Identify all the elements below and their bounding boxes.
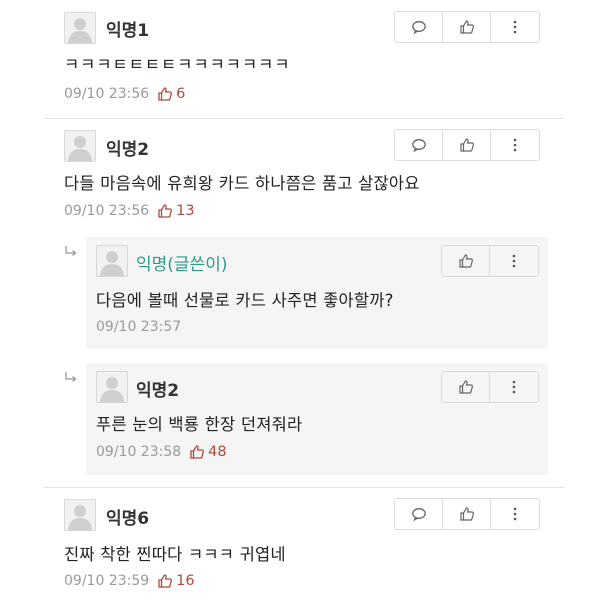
comment-time: 09/10 23:56 [64,86,150,102]
thumbs-up-icon [157,573,173,589]
vertical-dots-icon [506,379,522,395]
thumbs-up-icon [459,506,475,522]
like-count-value: 6 [176,86,186,102]
comment-actions [394,498,540,530]
comment-nickname: 익명6 [106,509,150,529]
speech-bubble-icon [411,506,427,522]
vertical-dots-icon [507,19,523,35]
more-button[interactable] [491,130,539,160]
more-button[interactable] [491,499,539,529]
reply-arrow-icon [64,372,78,384]
thumbs-up-icon [458,379,474,395]
vertical-dots-icon [506,253,522,269]
comment-text: 진짜 착한 찐따다 ㅋㅋㅋ 귀엽네 [64,545,286,564]
comment-text: 다들 마음속에 유희왕 카드 하나쯤은 품고 살잖아요 [64,174,420,193]
default-avatar-icon [64,12,96,44]
author-nickname: 익명(글쓴이) [136,255,228,275]
reply-arrow-icon [64,246,78,258]
default-avatar-icon [64,130,96,162]
reply-button[interactable] [395,130,443,160]
like-button[interactable] [442,246,490,276]
comment-nickname: 익명2 [106,140,150,160]
divider [44,487,564,488]
comment-meta: 09/10 23:59 16 [64,573,195,589]
more-button[interactable] [491,12,539,42]
default-avatar-icon [96,371,128,403]
comment-actions [394,129,540,161]
speech-bubble-icon [411,19,427,35]
thumbs-up-icon [459,19,475,35]
reply-actions [441,245,539,277]
reply-text: 푸른 눈의 백룡 한장 던져줘라 [96,415,303,434]
more-button[interactable] [490,246,538,276]
comment-time: 09/10 23:59 [64,573,150,589]
default-avatar-icon [96,245,128,277]
comment-meta: 09/10 23:56 6 [64,86,185,102]
vertical-dots-icon [507,506,523,522]
like-count: 16 [157,573,195,589]
divider [44,118,564,119]
thumbs-up-icon [157,203,173,219]
like-count: 6 [157,86,185,102]
comment-meta: 09/10 23:56 13 [64,203,195,219]
like-count: 13 [157,203,195,219]
like-button[interactable] [442,372,490,402]
like-count-value: 48 [208,444,227,460]
reply-text: 다음에 볼때 선물로 카드 사주면 좋아할까? [96,291,394,310]
default-avatar-icon [64,499,96,531]
like-count-value: 13 [176,203,195,219]
vertical-dots-icon [507,137,523,153]
comment-time: 09/10 23:56 [64,203,150,219]
reply-meta: 09/10 23:58 48 [96,444,227,460]
reply-actions [441,371,539,403]
like-button[interactable] [443,130,491,160]
reply-time: 09/10 23:58 [96,444,182,460]
thumbs-up-icon [458,253,474,269]
more-button[interactable] [490,372,538,402]
like-count: 48 [189,444,227,460]
comment-text: ㅋㅋㅋㅌㅌㅌㅌㅋㅋㅋㅋㅋㅋㅋ [64,55,291,74]
speech-bubble-icon [411,137,427,153]
reply-button[interactable] [395,499,443,529]
like-button[interactable] [443,499,491,529]
thumbs-up-icon [157,86,173,102]
like-count-value: 16 [176,573,195,589]
reply-time: 09/10 23:57 [96,319,182,335]
reply-nickname: 익명2 [136,381,180,401]
comment-nickname: 익명1 [106,21,150,41]
reply-meta: 09/10 23:57 [96,319,181,335]
thumbs-up-icon [459,137,475,153]
reply-button[interactable] [395,12,443,42]
thumbs-up-icon [189,444,205,460]
comment-actions [394,11,540,43]
like-button[interactable] [443,12,491,42]
